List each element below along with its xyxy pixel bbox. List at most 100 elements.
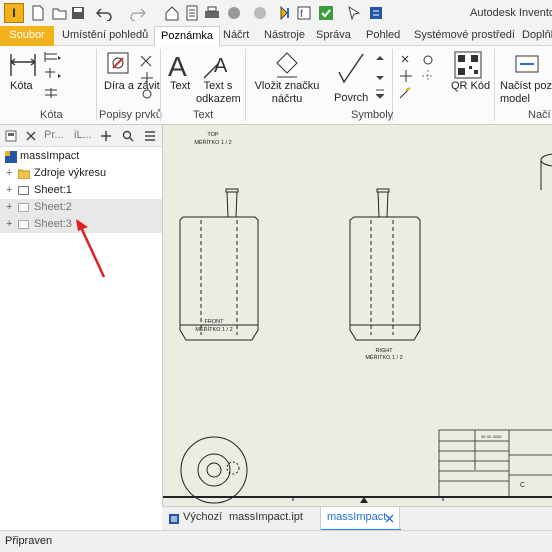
sketch-symbol-button-label[interactable]: Vložit značku náčrtu [252, 80, 322, 106]
svg-text:A: A [214, 55, 228, 77]
front-view-scale: MĚŘÍTKO 1 / 2 [195, 325, 232, 333]
dimension-small-tools-icon[interactable] [42, 50, 64, 108]
tab-doplnky[interactable]: Doplňky [522, 26, 552, 46]
select-icon[interactable] [318, 5, 334, 21]
tree-label: Sheet:3 [34, 218, 72, 230]
home-icon[interactable] [168, 513, 180, 525]
tree-item-massimpact[interactable]: massImpact [0, 148, 162, 165]
expand-icon[interactable]: + [6, 165, 12, 182]
parameters-icon[interactable]: f [296, 5, 312, 21]
group-popisy-prvku-title: Popisy prvků [99, 109, 162, 121]
dimension-icon[interactable] [8, 50, 38, 80]
tab-soubor[interactable]: Soubor [0, 26, 54, 46]
material-icon[interactable] [226, 5, 242, 21]
tree-item-zdroje-vykresu[interactable]: + Zdroje výkresu [0, 165, 162, 182]
group-text-title: Text [193, 109, 214, 121]
top-view-scale: MĚŘÍTKO 1 / 2 [194, 138, 231, 146]
document-tab-massimpact-ipt[interactable]: massImpact.ipt [229, 511, 303, 523]
qr-code-button-label[interactable]: QR Kód [451, 80, 490, 93]
tab-nacrt[interactable]: Náčrt [223, 26, 249, 46]
cursor-icon[interactable] [346, 5, 362, 21]
new-icon[interactable] [30, 5, 46, 21]
tree-item-sheet-1[interactable]: + Sheet:1 [0, 182, 162, 199]
qr-code-icon[interactable] [453, 50, 483, 80]
tree-label: Sheet:2 [34, 201, 72, 213]
symbol-gallery-scroll-icon[interactable] [375, 54, 385, 112]
redo-icon[interactable] [130, 5, 146, 21]
document-tabs: Výchozí massImpact.ipt massImpact [162, 506, 552, 531]
tab-systemove-prostredi[interactable]: Systémové prostředí [414, 26, 515, 46]
close-tab-icon[interactable] [385, 514, 394, 523]
print-icon[interactable] [204, 5, 220, 21]
tree-label: massImpact [20, 150, 80, 162]
drawing-icon [5, 151, 17, 163]
group-separator [245, 49, 246, 121]
feature-notes-small-icon[interactable] [137, 52, 157, 102]
front-view-label: FRONT [205, 319, 225, 325]
search-icon[interactable] [122, 130, 134, 142]
sheet-icon [18, 203, 29, 212]
right-view-scale: MĚŘÍTKO 1 / 2 [365, 353, 402, 361]
quick-access-toolbar: I f Autodesk Inventor [0, 0, 552, 26]
close-icon[interactable] [25, 130, 37, 142]
undo-icon[interactable] [96, 5, 112, 21]
surface-texture-icon[interactable] [336, 52, 366, 84]
leader-text-icon[interactable]: A [202, 50, 232, 80]
hole-thread-icon[interactable] [105, 50, 131, 80]
svg-text:f: f [300, 9, 303, 20]
symbol-small-tools-icon[interactable] [398, 52, 442, 104]
add-icon[interactable] [100, 130, 112, 142]
tree-item-sheet-2[interactable]: + Sheet:2 [0, 199, 162, 216]
hole-thread-button-label[interactable]: Díra a závit [104, 80, 160, 93]
top-view-label: TOP [207, 132, 219, 138]
tree-label: Sheet:1 [34, 184, 72, 196]
leader-text-button-label[interactable]: Text s odkazem [196, 80, 241, 106]
ribbon-tabs: Soubor Umístění pohledů Poznámka Náčrt N… [0, 26, 552, 47]
sketch-symbol-icon[interactable] [272, 50, 302, 80]
retrieve-model-annotations-icon[interactable] [512, 50, 542, 78]
inventor-logo[interactable]: I [4, 3, 24, 23]
tree-label: Zdroje výkresu [34, 167, 107, 179]
measure-icon[interactable] [278, 5, 294, 21]
group-separator [494, 49, 495, 121]
red-arrow-annotation [76, 219, 106, 278]
browser-header: Pr... iL... [0, 125, 162, 147]
drawing-canvas[interactable]: 30 XII 2025 C TOP MĚŘÍTKO 1 / 2 FRONT MĚ… [162, 125, 552, 506]
group-naci-title: Načí [528, 109, 551, 121]
properties-icon[interactable] [184, 5, 200, 21]
document-tab-label: massImpact [327, 511, 387, 523]
text-icon[interactable]: A [166, 50, 194, 80]
drawing-sheet: 30 XII 2025 C TOP MĚŘÍTKO 1 / 2 FRONT MĚ… [163, 125, 552, 504]
home-icon[interactable] [164, 5, 180, 21]
dimension-button-label[interactable]: Kóta [10, 80, 33, 93]
browser-tab-model[interactable]: Pr... [44, 129, 64, 141]
browser-tab-ilogic[interactable]: iL... [74, 129, 92, 141]
update-icon[interactable] [368, 5, 384, 21]
title-block-date: 30 XII 2025 [481, 434, 502, 439]
appearance-icon[interactable] [252, 5, 268, 21]
open-icon[interactable] [52, 5, 68, 21]
expand-icon[interactable]: + [6, 182, 12, 199]
tab-pohled[interactable]: Pohled [366, 26, 400, 46]
group-symboly-title: Symboly [351, 109, 394, 121]
status-text: Připraven [5, 535, 53, 547]
tab-nastroje[interactable]: Nástroje [264, 26, 305, 46]
tab-sprava[interactable]: Správa [316, 26, 351, 46]
retrieve-model-annotations-label[interactable]: Načíst pozn model [500, 80, 552, 106]
save-icon[interactable] [70, 5, 86, 21]
menu-icon[interactable] [144, 130, 156, 142]
group-separator [96, 49, 97, 121]
expand-icon[interactable]: + [6, 216, 12, 233]
expand-icon[interactable]: + [6, 199, 12, 216]
status-bar: Připraven [0, 530, 552, 552]
pin-icon[interactable] [5, 130, 17, 142]
document-tab-vychozi[interactable]: Výchozí [183, 511, 222, 523]
tab-poznamka[interactable]: Poznámka [154, 26, 220, 47]
sheet-icon [18, 186, 29, 195]
app-title: Autodesk Inventor [470, 7, 552, 19]
tab-umisteni-pohledu[interactable]: Umístění pohledů [62, 26, 148, 46]
text-button-label[interactable]: Text [170, 80, 190, 93]
document-tab-massimpact[interactable]: massImpact [320, 507, 401, 531]
surface-texture-button-label[interactable]: Povrch [334, 92, 368, 105]
folder-icon [18, 169, 30, 179]
